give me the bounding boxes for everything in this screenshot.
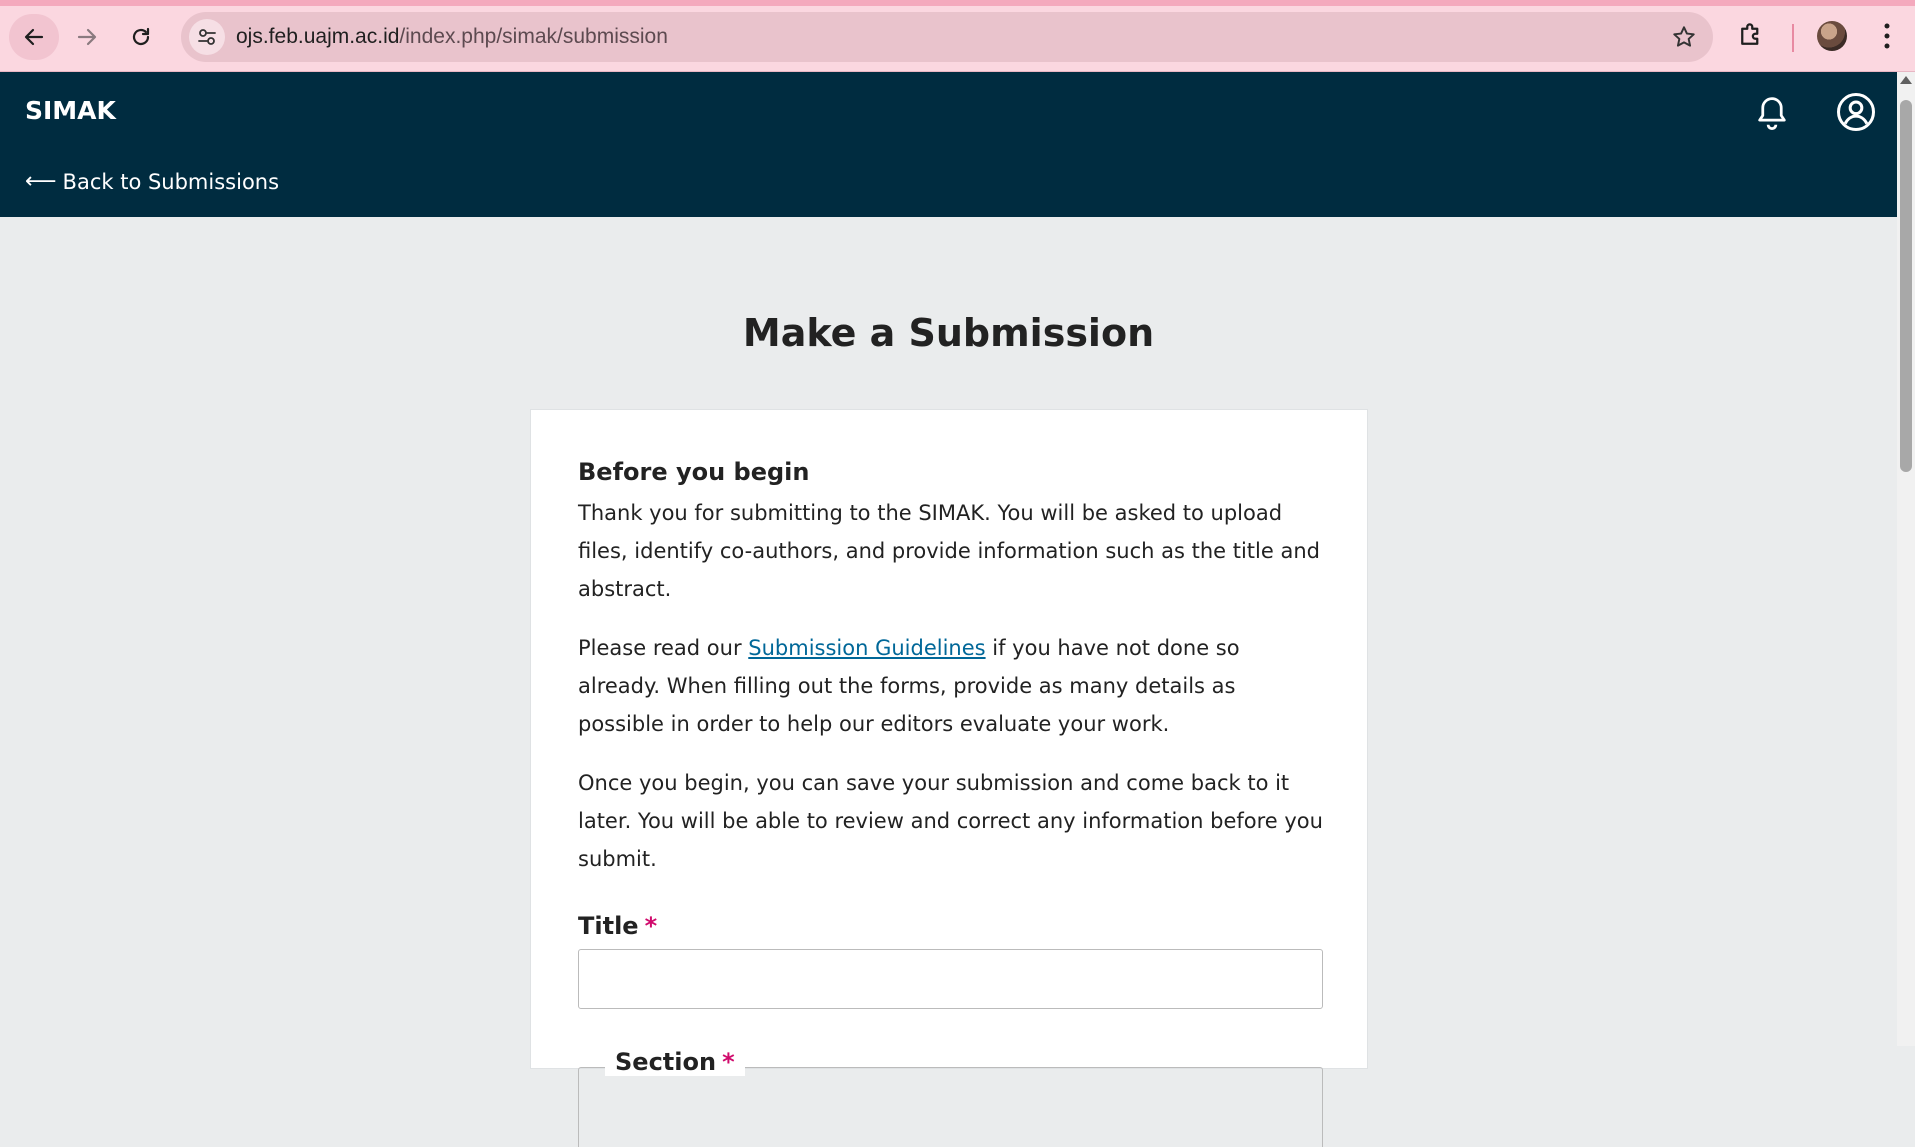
toolbar-divider xyxy=(1792,24,1794,52)
vertical-dots-icon xyxy=(1884,23,1890,49)
submission-card-content: Before you begin Thank you for submittin… xyxy=(578,458,1323,1147)
section-label-text: Section xyxy=(615,1048,717,1076)
title-label: Title * xyxy=(578,912,1323,940)
title-label-text: Title xyxy=(578,912,639,940)
title-input[interactable] xyxy=(578,949,1323,1009)
back-button[interactable] xyxy=(9,14,59,60)
user-account-button[interactable] xyxy=(1836,92,1876,137)
url-text[interactable]: ojs.feb.uajm.ac.id/index.php/simak/submi… xyxy=(236,25,668,49)
intro-paragraph-2: Please read our Submission Guidelines if… xyxy=(578,629,1323,743)
site-info-button[interactable] xyxy=(189,19,225,55)
profile-avatar[interactable] xyxy=(1817,21,1847,51)
before-you-begin-heading: Before you begin xyxy=(578,458,810,486)
intro-paragraph-1: Thank you for submitting to the SIMAK. Y… xyxy=(578,501,1320,601)
browser-toolbar: ojs.feb.uajm.ac.id/index.php/simak/submi… xyxy=(0,0,1915,72)
user-circle-icon xyxy=(1837,93,1875,131)
submission-card: Before you begin Thank you for submittin… xyxy=(530,409,1368,1147)
page-scrollbar[interactable] xyxy=(1897,72,1915,1046)
tab-strip-edge xyxy=(0,0,1915,6)
reload-icon xyxy=(132,27,150,46)
section-legend: Section * xyxy=(605,1048,745,1076)
app-header: SIMAK ⟵ Back to Submissions xyxy=(0,72,1897,217)
required-asterisk: * xyxy=(722,1048,735,1076)
section-fieldset: Section * xyxy=(578,1048,1323,1147)
puzzle-icon xyxy=(1741,23,1759,45)
back-to-submissions-link[interactable]: ⟵ Back to Submissions xyxy=(25,169,279,194)
scroll-up-arrow-icon[interactable] xyxy=(1900,76,1912,84)
submission-guidelines-link[interactable]: Submission Guidelines xyxy=(748,636,985,660)
arrow-left-icon: ⟵ xyxy=(25,169,57,194)
star-icon xyxy=(1673,26,1695,47)
journal-brand[interactable]: SIMAK xyxy=(25,96,116,125)
url-path: /index.php/simak/submission xyxy=(399,25,668,48)
bell-icon xyxy=(1758,97,1786,130)
arrow-right-icon xyxy=(77,28,97,46)
url-host: ojs.feb.uajm.ac.id xyxy=(236,25,400,48)
notifications-button[interactable] xyxy=(1753,94,1791,139)
intro-paragraph-2-start: Please read our xyxy=(578,636,749,660)
tune-icon xyxy=(198,29,216,45)
browser-menu-button[interactable] xyxy=(1880,20,1894,57)
back-to-submissions-label: Back to Submissions xyxy=(62,169,280,194)
forward-button[interactable] xyxy=(62,14,112,60)
intro-paragraph-3: Once you begin, you can save your submis… xyxy=(578,771,1323,871)
scrollbar-thumb[interactable] xyxy=(1900,100,1912,472)
address-bar[interactable]: ojs.feb.uajm.ac.id/index.php/simak/submi… xyxy=(181,12,1713,62)
arrow-left-icon xyxy=(24,28,44,46)
reload-button[interactable] xyxy=(116,14,166,60)
extensions-button[interactable] xyxy=(1736,20,1766,55)
bookmark-button[interactable] xyxy=(1671,24,1697,55)
page-title: Make a Submission xyxy=(742,311,1155,355)
required-asterisk: * xyxy=(644,912,658,940)
